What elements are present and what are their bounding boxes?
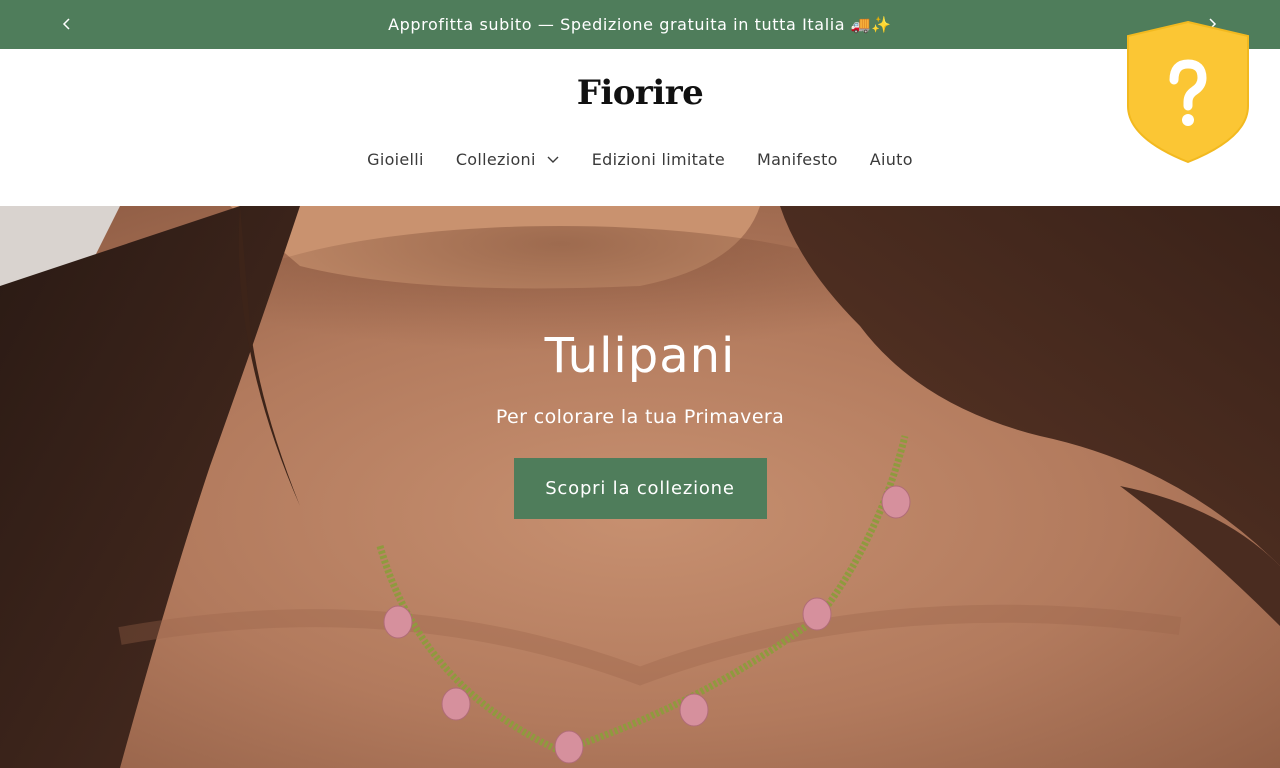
announcement-bar: Approfitta subito — Spedizione gratuita … [0, 0, 1280, 49]
hero-subtitle: Per colorare la tua Primavera [495, 406, 785, 428]
discover-collection-button[interactable]: Scopri la collezione [513, 458, 767, 519]
shield-question-badge[interactable] [1126, 20, 1250, 164]
nav-item-manifesto[interactable]: Manifesto [757, 150, 838, 169]
nav-item-label: Aiuto [869, 149, 913, 169]
shield-question-icon [1127, 20, 1249, 164]
announcement-prev-button[interactable] [55, 12, 79, 36]
nav-item-label: Manifesto [756, 149, 838, 169]
nav-item-edizioni-limitate[interactable]: Edizioni limitate [592, 150, 725, 169]
announcement-text: Approfitta subito — Spedizione gratuita … [388, 15, 892, 34]
nav-item-label: Edizioni limitate [591, 149, 725, 169]
site-header: Fiorire Gioielli Collezioni Edizioni lim… [0, 49, 1280, 206]
hero-content: Tulipani Per colorare la tua Primavera S… [0, 326, 1280, 519]
nav-item-collezioni[interactable]: Collezioni [456, 150, 560, 169]
nav-item-gioielli[interactable]: Gioielli [367, 150, 424, 169]
nav-item-label: Collezioni [455, 149, 536, 169]
nav-item-aiuto[interactable]: Aiuto [870, 150, 913, 169]
main-nav: Gioielli Collezioni Edizioni limitate Ma… [0, 145, 1280, 173]
hero-banner: Tulipani Per colorare la tua Primavera S… [0, 206, 1280, 768]
chevron-left-icon [62, 18, 70, 30]
chevron-down-icon [546, 152, 560, 166]
hero-title: Tulipani [544, 328, 736, 384]
logo[interactable]: Fiorire [0, 73, 1280, 113]
nav-item-label: Gioielli [367, 149, 424, 169]
